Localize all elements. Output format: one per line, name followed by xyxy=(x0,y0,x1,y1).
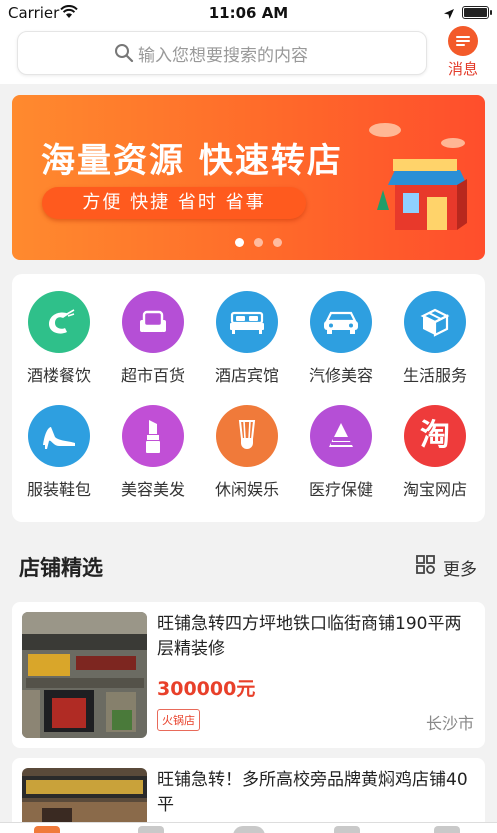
category-item[interactable]: 休闲娱乐 xyxy=(202,405,292,500)
listing-title[interactable]: 旺铺急转！多所高校旁品牌黄焖鸡店铺40平 xyxy=(157,768,475,818)
category-item[interactable]: 汽修美容 xyxy=(296,291,386,386)
status-time: 11:06 AM xyxy=(208,4,289,22)
banner-dot[interactable] xyxy=(235,238,244,247)
more-label: 更多 xyxy=(443,560,477,580)
tab-icon[interactable] xyxy=(138,826,164,833)
box-icon xyxy=(404,291,466,353)
banner-pagination[interactable] xyxy=(12,238,485,247)
category-item[interactable]: 超市百货 xyxy=(108,291,198,386)
promo-banner[interactable]: 海量资源 快速转店 方便 快捷 省时 省事 xyxy=(12,95,485,260)
category-label: 淘宝网店 xyxy=(402,480,467,499)
lipstick-icon xyxy=(122,405,184,467)
section-title: 店铺精选 xyxy=(19,556,103,580)
category-label: 酒店宾馆 xyxy=(214,366,279,385)
category-item[interactable]: 医疗保健 xyxy=(296,405,386,500)
listing-tag: 火锅店 xyxy=(157,709,200,731)
category-label: 汽修美容 xyxy=(308,366,373,385)
banner-subtitle: 方便 快捷 省时 省事 xyxy=(42,187,306,219)
location-arrow-icon xyxy=(443,5,455,24)
category-item[interactable]: 服装鞋包 xyxy=(14,405,104,500)
more-button[interactable]: 更多 xyxy=(415,554,477,581)
pill-icon xyxy=(310,405,372,467)
car-icon xyxy=(310,291,372,353)
bottom-tab-bar xyxy=(0,822,497,833)
taobao-icon: 淘 xyxy=(404,405,466,467)
status-bar: Carrier 11:06 AM xyxy=(0,0,497,26)
shuttlecock-icon xyxy=(216,405,278,467)
category-label: 超市百货 xyxy=(120,366,185,385)
battery-icon xyxy=(462,6,492,19)
category-label: 生活服务 xyxy=(402,366,467,385)
category-label: 医疗保健 xyxy=(308,480,373,499)
message-label: 消息 xyxy=(447,60,478,78)
listing-city: 长沙市 xyxy=(425,714,474,733)
listing-thumbnail[interactable] xyxy=(22,612,147,738)
shrimp-icon xyxy=(28,291,90,353)
bed-icon xyxy=(216,291,278,353)
category-label: 服装鞋包 xyxy=(26,480,91,499)
category-item[interactable]: 淘 淘宝网店 xyxy=(390,405,480,500)
listing-price: 300000元 xyxy=(157,678,256,700)
tab-home-icon[interactable] xyxy=(34,826,60,833)
search-bar[interactable]: 输入您想要搜索的内容 xyxy=(17,31,427,75)
search-placeholder: 输入您想要搜索的内容 xyxy=(138,45,308,66)
category-grid: 酒楼餐饮 超市百货 酒店宾馆 汽修美容 生活服务 服装鞋包 美容美发 休闲娱乐 … xyxy=(12,274,485,522)
sofa-icon xyxy=(122,291,184,353)
banner-dot[interactable] xyxy=(273,238,282,247)
category-item[interactable]: 生活服务 xyxy=(390,291,480,386)
category-item[interactable]: 美容美发 xyxy=(108,405,198,500)
high-heel-icon xyxy=(28,405,90,467)
banner-dot[interactable] xyxy=(254,238,263,247)
listing-card[interactable]: 旺铺急转四方坪地铁口临街商铺190平两层精装修 300000元 火锅店 长沙市 xyxy=(12,602,485,748)
category-item[interactable]: 酒店宾馆 xyxy=(202,291,292,386)
tab-icon[interactable] xyxy=(334,826,360,833)
tab-profile-icon[interactable] xyxy=(434,826,460,833)
category-label: 休闲娱乐 xyxy=(214,480,279,499)
storefront-illustration xyxy=(355,115,475,249)
grid-view-icon xyxy=(415,554,437,581)
category-label: 酒楼餐饮 xyxy=(26,366,91,385)
tab-publish-icon[interactable] xyxy=(233,826,265,833)
category-label: 美容美发 xyxy=(120,480,185,499)
category-item[interactable]: 酒楼餐饮 xyxy=(14,291,104,386)
listing-title[interactable]: 旺铺急转四方坪地铁口临街商铺190平两层精装修 xyxy=(157,612,475,662)
search-icon xyxy=(114,43,134,63)
header: 输入您想要搜索的内容 消息 xyxy=(0,26,497,84)
message-button[interactable]: 消息 xyxy=(444,26,482,79)
banner-title: 海量资源 快速转店 xyxy=(41,141,343,181)
message-icon xyxy=(448,26,478,56)
